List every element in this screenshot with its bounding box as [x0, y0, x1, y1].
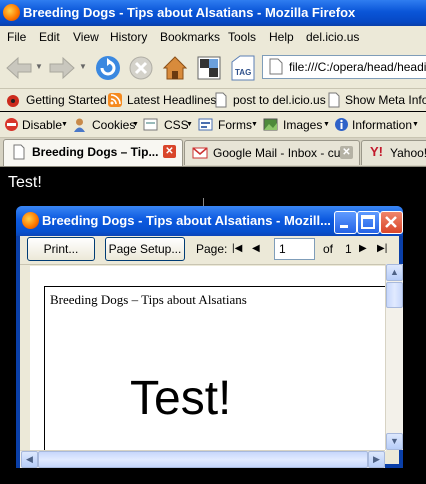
css-icon — [143, 118, 158, 131]
window-title: Breeding Dogs - Tips about Alsatians - M… — [23, 5, 356, 20]
stop-icon[interactable] — [128, 55, 154, 81]
close-tab-icon[interactable]: ✕ — [163, 145, 176, 158]
back-arrow-icon[interactable] — [4, 55, 34, 81]
bookmark-show-meta-info[interactable]: Show Meta Info — [345, 93, 426, 107]
information-icon — [335, 118, 348, 131]
scroll-up-icon[interactable]: ▲ — [386, 264, 403, 281]
previous-page-icon[interactable]: ◀ — [252, 243, 260, 254]
page-icon — [13, 144, 25, 160]
page-number-value: 1 — [279, 242, 286, 256]
scroll-right-icon[interactable]: ▶ — [368, 451, 385, 468]
page-setup-button[interactable]: Page Setup... — [105, 237, 185, 261]
first-page-icon[interactable]: |◀ — [232, 243, 242, 254]
tab-google-mail[interactable]: Google Mail - Inbox - cu... ✕ — [184, 140, 360, 165]
cookies-icon — [74, 118, 85, 132]
print-button[interactable]: Print... — [27, 237, 95, 261]
window-titlebar[interactable]: Breeding Dogs - Tips about Alsatians - M… — [0, 0, 426, 26]
chevron-down-icon[interactable]: ▼ — [186, 121, 193, 128]
delicious-tag-icon[interactable]: TAG — [230, 54, 256, 82]
back-dropdown-icon[interactable]: ▼ — [35, 62, 43, 71]
forms-icon — [198, 118, 213, 131]
devtool-disable[interactable]: Disable — [22, 118, 62, 132]
page-icon — [269, 58, 283, 75]
page-icon — [215, 92, 227, 108]
web-developer-toolbar: Disable ▼ Cookies ▼ CSS ▼ Forms ▼ Images… — [0, 112, 426, 138]
menu-edit[interactable]: Edit — [39, 30, 60, 44]
preview-page — [44, 286, 386, 451]
tab-label: Google Mail - Inbox - cu... — [213, 146, 351, 160]
menu-tools[interactable]: Tools — [228, 30, 256, 44]
images-icon — [263, 118, 278, 131]
scrollbar-thumb[interactable] — [386, 282, 403, 308]
page-style-icon[interactable] — [197, 56, 221, 80]
maximize-icon — [361, 215, 375, 229]
bookmark-getting-started[interactable]: Getting Started — [26, 93, 107, 107]
rss-feed-icon — [108, 93, 122, 107]
horizontal-scrollbar[interactable]: ◀ ▶ — [20, 450, 385, 468]
total-pages: 1 — [345, 242, 352, 256]
devtool-cookies[interactable]: Cookies — [92, 118, 135, 132]
chevron-down-icon[interactable]: ▼ — [323, 121, 330, 128]
disable-icon — [5, 118, 18, 131]
gmail-icon — [192, 147, 208, 159]
page-label: Page: — [196, 242, 228, 256]
menu-history[interactable]: History — [110, 30, 147, 44]
print-preview-title: Breeding Dogs - Tips about Alsatians - M… — [42, 213, 331, 228]
page-header-text: Breeding Dogs – Tips about Alsatians — [50, 292, 247, 307]
chevron-down-icon[interactable]: ▼ — [251, 121, 258, 128]
url-text[interactable]: file:///C:/opera/head/headin — [289, 60, 426, 74]
home-icon[interactable] — [161, 54, 189, 82]
firefox-logo-icon — [22, 212, 39, 229]
menu-delicious[interactable]: del.icio.us — [306, 30, 359, 44]
page-body-text: Test! — [130, 372, 232, 425]
tab-yahoo[interactable]: Y! Yahoo! — [361, 140, 426, 165]
bookmarks-toolbar: Getting Started Latest Headlines post to… — [0, 89, 426, 111]
url-bar[interactable]: file:///C:/opera/head/headin — [262, 55, 426, 79]
scroll-left-icon[interactable]: ◀ — [21, 451, 38, 468]
close-icon — [385, 216, 397, 228]
menu-help[interactable]: Help — [269, 30, 294, 44]
svg-text:TAG: TAG — [235, 68, 251, 77]
menu-file[interactable]: File — [7, 30, 26, 44]
bookmark-post-delicious[interactable]: post to del.icio.us — [233, 93, 326, 107]
minimize-button[interactable] — [334, 211, 357, 234]
reload-icon[interactable] — [94, 54, 122, 82]
tab-bar: Breeding Dogs – Tip... ✕ Google Mail - I… — [0, 138, 426, 167]
tab-label: Breeding Dogs – Tip... — [32, 145, 159, 159]
bookmark-latest-headlines[interactable]: Latest Headlines — [127, 93, 216, 107]
devtool-css[interactable]: CSS — [164, 118, 189, 132]
next-page-icon[interactable]: ▶ — [359, 243, 367, 254]
minimize-icon — [340, 225, 348, 228]
of-label: of — [323, 242, 334, 256]
scroll-down-icon[interactable]: ▼ — [386, 433, 403, 450]
horizontal-scrollbar-thumb[interactable] — [38, 451, 368, 468]
menu-bar: File Edit View History Bookmarks Tools H… — [0, 26, 426, 48]
last-page-icon[interactable]: ▶| — [377, 243, 387, 254]
yahoo-icon: Y! — [370, 144, 383, 159]
close-button[interactable] — [380, 211, 403, 234]
page-divider — [203, 198, 204, 206]
forward-arrow-icon[interactable] — [47, 55, 77, 81]
tab-breeding-dogs[interactable]: Breeding Dogs – Tip... ✕ — [3, 139, 183, 166]
tab-label: Yahoo! — [390, 146, 426, 160]
page-icon — [328, 92, 340, 108]
chevron-down-icon[interactable]: ▼ — [412, 121, 419, 128]
page-heading: Test! — [8, 174, 42, 191]
devtool-information[interactable]: Information — [352, 118, 412, 132]
chevron-down-icon[interactable]: ▼ — [61, 121, 68, 128]
getting-started-icon — [7, 95, 19, 107]
vertical-scrollbar[interactable]: ▲ ▼ — [385, 264, 403, 450]
maximize-button[interactable] — [357, 211, 380, 234]
devtool-images[interactable]: Images — [283, 118, 322, 132]
forward-dropdown-icon[interactable]: ▼ — [79, 62, 87, 71]
print-preview-titlebar[interactable]: Breeding Dogs - Tips about Alsatians - M… — [16, 206, 403, 236]
firefox-logo-icon — [3, 4, 20, 21]
close-tab-icon[interactable]: ✕ — [340, 146, 353, 159]
page-number-input[interactable]: 1 — [274, 238, 315, 260]
menu-bookmarks[interactable]: Bookmarks — [160, 30, 220, 44]
devtool-forms[interactable]: Forms — [218, 118, 252, 132]
menu-view[interactable]: View — [73, 30, 99, 44]
chevron-down-icon[interactable]: ▼ — [132, 121, 139, 128]
